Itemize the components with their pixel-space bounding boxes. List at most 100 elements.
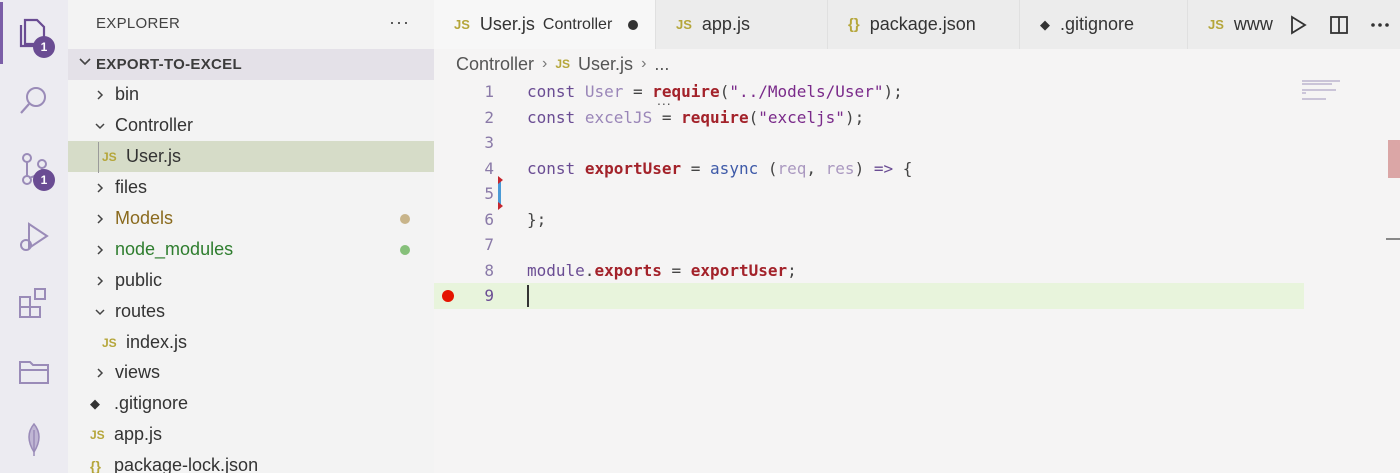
- tab-label: www: [1233, 14, 1273, 34]
- chevron-right-icon: ›: [641, 55, 647, 72]
- code-text: module.exports = exportUser;: [527, 260, 797, 280]
- code-line: 3: [434, 130, 1304, 156]
- tree-item-gitignore[interactable]: ◆ .gitignore: [68, 388, 434, 419]
- code-line: 1 const User = require("../Models/User")…: [434, 79, 1304, 105]
- line-number: 7: [484, 235, 494, 255]
- code-editor[interactable]: 1 const User = require("../Models/User")…: [434, 78, 1400, 473]
- overview-ruler[interactable]: [1386, 140, 1400, 240]
- tab-label: app.js: [701, 14, 750, 34]
- chevron-down-icon: [92, 306, 108, 318]
- sidebar-title: EXPLORER: [96, 15, 181, 32]
- breadcrumb-file[interactable]: User.js: [578, 54, 633, 75]
- js-file-icon: JS: [90, 427, 105, 442]
- tree-item-label: bin: [115, 84, 140, 104]
- tree-item-label: views: [115, 362, 161, 382]
- code-line: 7: [434, 232, 1304, 258]
- line-number: 1: [484, 82, 494, 102]
- js-file-icon: JS: [555, 57, 571, 71]
- project-header[interactable]: EXPORT-TO-EXCEL: [68, 49, 434, 80]
- tree-item-user-js[interactable]: JS User.js: [68, 141, 434, 172]
- js-file-icon: JS: [1208, 17, 1224, 32]
- tree-item-bin[interactable]: bin: [68, 79, 434, 110]
- tab-label: User.js: [479, 14, 535, 34]
- minimap[interactable]: [1300, 78, 1384, 118]
- tree-item-label: package-lock.json: [114, 455, 259, 473]
- chevron-right-icon: [92, 275, 108, 287]
- activity-bar: 1 1: [0, 0, 68, 473]
- tab-user-js[interactable]: JS User.js Controller: [434, 0, 656, 49]
- tree-item-node-modules[interactable]: node_modules: [68, 234, 434, 265]
- deleted-lines-marker[interactable]: [498, 202, 503, 210]
- deleted-lines-marker[interactable]: [498, 176, 503, 184]
- tree-item-files[interactable]: files: [68, 172, 434, 203]
- code-line: 8 module.exports = exportUser;: [434, 258, 1304, 284]
- code-text: const excelJS = require("exceljs");: [527, 107, 865, 127]
- extensions-activity[interactable]: [0, 272, 68, 334]
- mongodb-activity[interactable]: [0, 408, 68, 470]
- code-text: const User = require("../Models/User");: [527, 82, 903, 102]
- git-file-icon: ◆: [1040, 16, 1050, 32]
- js-file-icon: JS: [102, 149, 117, 164]
- tree-item-label: Models: [115, 208, 174, 228]
- tree-item-routes[interactable]: routes: [68, 296, 434, 327]
- text-cursor: [527, 285, 529, 307]
- project-manager-activity[interactable]: [0, 340, 68, 402]
- tree-item-label: public: [115, 270, 163, 290]
- editor-actions: [1278, 0, 1400, 49]
- breadcrumb-folder[interactable]: Controller: [456, 54, 534, 75]
- json-file-icon: {}: [90, 457, 101, 473]
- tree-item-label: node_modules: [115, 239, 234, 259]
- git-file-icon: ◆: [90, 395, 100, 411]
- more-actions-button[interactable]: ···: [389, 12, 410, 33]
- tree-item-label: User.js: [126, 146, 182, 166]
- explorer-badge: 1: [33, 36, 55, 58]
- more-actions-icon[interactable]: [1369, 14, 1391, 36]
- tree-item-label: app.js: [114, 424, 163, 444]
- chevron-right-icon: [92, 89, 108, 101]
- chevron-down-icon: [78, 55, 92, 74]
- breakpoint-icon[interactable]: [442, 289, 454, 302]
- chevron-right-icon: [92, 182, 108, 194]
- js-file-icon: JS: [454, 17, 470, 32]
- extensions-icon: [19, 288, 46, 318]
- indent-guide: [98, 142, 99, 173]
- breadcrumb-symbol[interactable]: ...: [654, 54, 669, 75]
- line-number: 5: [484, 184, 494, 204]
- tree-item-models[interactable]: Models: [68, 203, 434, 234]
- untracked-dot: [400, 244, 410, 255]
- tab-www[interactable]: JS www: [1188, 0, 1288, 49]
- tab-gitignore[interactable]: ◆ .gitignore: [1020, 0, 1188, 49]
- tree-item-public[interactable]: public: [68, 265, 434, 296]
- unsaved-dot-icon[interactable]: [628, 19, 639, 30]
- scm-badge: 1: [33, 169, 55, 191]
- run-debug-activity[interactable]: [0, 206, 68, 268]
- code-text: };: [527, 209, 547, 229]
- tree-item-label: index.js: [126, 332, 188, 352]
- run-icon[interactable]: [1287, 14, 1309, 36]
- tree-item-views[interactable]: views: [68, 357, 434, 388]
- source-control-activity[interactable]: 1: [0, 138, 68, 200]
- js-file-icon: JS: [676, 17, 692, 32]
- folders-icon: [19, 361, 49, 384]
- json-file-icon: {}: [848, 16, 860, 33]
- tree-item-index-js[interactable]: JS index.js: [68, 327, 434, 358]
- tab-label: .gitignore: [1060, 14, 1135, 34]
- tree-item-label: .gitignore: [114, 393, 189, 413]
- chevron-right-icon: [92, 213, 108, 225]
- split-editor-icon[interactable]: [1328, 14, 1350, 36]
- tree-item-package-lock[interactable]: {} package-lock.json: [68, 450, 434, 473]
- js-file-icon: JS: [102, 335, 117, 350]
- tree-item-controller[interactable]: Controller: [68, 110, 434, 141]
- code-line: 2 const excelJS = require("exceljs");: [434, 105, 1304, 131]
- tab-label: package.json: [869, 14, 976, 34]
- tab-package-json[interactable]: {} package.json: [828, 0, 1020, 49]
- explorer-activity[interactable]: 1: [0, 2, 68, 64]
- search-activity[interactable]: [0, 70, 68, 132]
- code-line-current: 9: [434, 283, 1304, 309]
- run-debug-icon: [20, 222, 49, 251]
- breadcrumb: Controller › JS User.js › ...: [456, 53, 669, 75]
- chevron-right-icon: ›: [542, 55, 548, 72]
- tree-item-app-js[interactable]: JS app.js: [68, 419, 434, 450]
- tab-app-js[interactable]: JS app.js: [656, 0, 828, 49]
- line-number: 4: [484, 158, 494, 178]
